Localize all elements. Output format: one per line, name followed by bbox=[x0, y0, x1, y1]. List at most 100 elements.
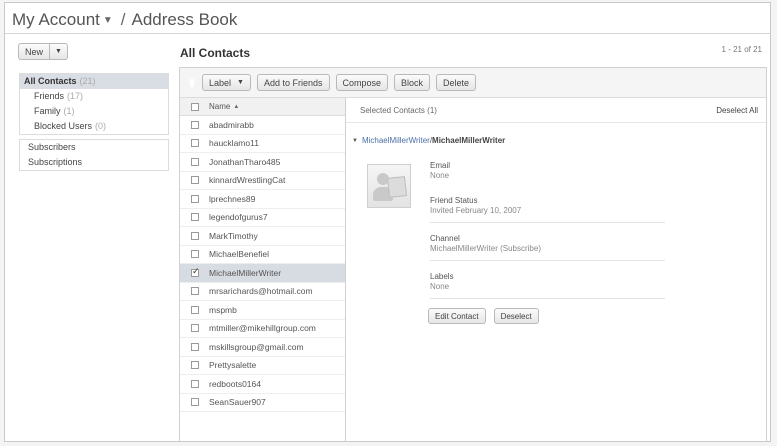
list-item[interactable]: Prettysalette bbox=[180, 357, 345, 375]
friend-status-value: Invited February 10, 2007 bbox=[430, 206, 522, 215]
list-item[interactable]: mspmb bbox=[180, 301, 345, 320]
deselect-all-link[interactable]: Deselect All bbox=[716, 106, 758, 115]
label-dropdown-button[interactable]: Label ▼ bbox=[202, 74, 251, 91]
section-title: All Contacts bbox=[180, 46, 251, 60]
contact-name[interactable]: SeanSauer907 bbox=[209, 397, 266, 407]
sidebar-item-all-contacts[interactable]: All Contacts (21) bbox=[20, 74, 168, 89]
list-item[interactable]: SeanSauer907 bbox=[180, 394, 345, 412]
header-divider bbox=[5, 33, 770, 34]
friend-status-field: Friend Status Invited February 10, 2007 bbox=[430, 196, 521, 216]
contacts-panel: Label ▼ Add to Friends Compose Block Del… bbox=[179, 67, 767, 441]
row-checkbox[interactable] bbox=[191, 305, 199, 314]
select-all-checkbox[interactable] bbox=[190, 78, 194, 87]
contact-name[interactable]: Prettysalette bbox=[209, 360, 256, 370]
name-column-header[interactable]: Name bbox=[209, 102, 230, 111]
sidebar-item-subscribers[interactable]: Subscribers bbox=[20, 140, 168, 155]
sidebar-item-blocked-users[interactable]: Blocked Users (0) bbox=[20, 119, 168, 134]
row-checkbox[interactable] bbox=[191, 139, 199, 148]
app-frame: My Account ▼ / Address Book New ▼ All Co… bbox=[4, 2, 771, 442]
expand-triangle-icon[interactable]: ▼ bbox=[352, 138, 358, 144]
contact-channel-link[interactable]: MichaelMillerWriter bbox=[362, 136, 430, 145]
list-item[interactable]: JonathanTharo485 bbox=[180, 153, 345, 172]
new-menu-button[interactable]: ▼ bbox=[50, 43, 68, 60]
list-item[interactable]: MarkTimothy bbox=[180, 227, 345, 246]
contact-name[interactable]: lprechnes89 bbox=[209, 194, 255, 204]
divider bbox=[430, 222, 665, 223]
row-checkbox[interactable] bbox=[191, 379, 199, 388]
contact-name[interactable]: mrsarichards@hotmail.com bbox=[209, 286, 313, 296]
sidebar: All Contacts (21) Friends (17) Family (1) B… bbox=[19, 73, 169, 171]
chevron-down-icon: ▼ bbox=[55, 48, 62, 55]
avatar-card-shape bbox=[387, 176, 407, 198]
contact-list: Name ▲ abadmirabb haucklamo11 JonathanThar… bbox=[180, 98, 346, 441]
row-checkbox[interactable] bbox=[191, 120, 199, 129]
sidebar-item-count: (1) bbox=[63, 106, 75, 116]
channel-value[interactable]: MichaelMillerWriter (Subscribe) bbox=[430, 244, 541, 254]
block-button[interactable]: Block bbox=[394, 74, 431, 91]
list-item[interactable]: abadmirabb bbox=[180, 116, 345, 135]
list-item[interactable]: redboots0164 bbox=[180, 375, 345, 394]
list-item[interactable]: kinnardWrestlingCat bbox=[180, 172, 345, 190]
row-checkbox[interactable] bbox=[191, 250, 199, 259]
sidebar-item-subscriptions[interactable]: Subscriptions bbox=[20, 155, 168, 170]
sidebar-item-friends[interactable]: Friends (17) bbox=[20, 89, 168, 104]
my-account-menu[interactable]: My Account bbox=[12, 10, 100, 30]
contact-name[interactable]: abadmirabb bbox=[209, 120, 254, 130]
deselect-button[interactable]: Deselect bbox=[493, 308, 539, 324]
selected-contacts-header: Selected Contacts (1) bbox=[346, 98, 766, 123]
list-header[interactable]: Name ▲ bbox=[180, 98, 345, 116]
breadcrumb-separator: / bbox=[120, 10, 126, 29]
email-label: Email bbox=[430, 161, 451, 170]
sidebar-item-count: (21) bbox=[79, 76, 96, 86]
page-title: Address Book bbox=[131, 10, 238, 29]
avatar bbox=[367, 164, 411, 208]
row-checkbox[interactable] bbox=[191, 157, 199, 166]
contact-name[interactable]: mtmiller@mikehillgroup.com bbox=[209, 323, 316, 333]
list-item[interactable]: lprechnes89 bbox=[180, 190, 345, 209]
contact-name[interactable]: MichaelMillerWriter bbox=[209, 268, 281, 278]
labels-value: None bbox=[430, 282, 450, 291]
list-item[interactable]: mrsarichards@hotmail.com bbox=[180, 283, 345, 301]
list-item[interactable]: legendofgurus7 bbox=[180, 209, 345, 227]
sidebar-item-family[interactable]: Family (1) bbox=[20, 104, 168, 119]
contact-name[interactable]: mskillsgroup@gmail.com bbox=[209, 342, 304, 352]
chevron-down-icon[interactable]: ▼ bbox=[103, 15, 113, 26]
edit-contact-button[interactable]: Edit Contact bbox=[428, 308, 486, 324]
row-checkbox[interactable] bbox=[191, 231, 199, 240]
sidebar-item-count: (17) bbox=[67, 91, 84, 101]
select-all-checkbox[interactable] bbox=[191, 102, 199, 111]
list-item[interactable]: MichaelMillerWriter bbox=[180, 264, 345, 283]
contact-name[interactable]: kinnardWrestlingCat bbox=[209, 175, 285, 185]
contact-name[interactable]: MarkTimothy bbox=[209, 231, 258, 241]
row-checkbox[interactable] bbox=[191, 266, 200, 277]
list-item[interactable]: haucklamo11 bbox=[180, 135, 345, 153]
contact-rows: abadmirabb haucklamo11 JonathanTharo485 kin… bbox=[180, 116, 345, 412]
row-checkbox[interactable] bbox=[191, 194, 199, 203]
row-checkbox[interactable] bbox=[191, 287, 199, 296]
sidebar-item-label: All Contacts bbox=[24, 76, 77, 86]
row-checkbox[interactable] bbox=[191, 324, 199, 333]
list-item[interactable]: MichaelBenefiel bbox=[180, 246, 345, 264]
row-checkbox[interactable] bbox=[191, 398, 199, 407]
contact-name[interactable]: MichaelBenefiel bbox=[209, 249, 269, 259]
new-button[interactable]: New bbox=[18, 43, 51, 60]
compose-button[interactable]: Compose bbox=[335, 74, 389, 91]
row-checkbox[interactable] bbox=[191, 361, 199, 370]
email-value: None bbox=[430, 171, 450, 180]
contact-title: ▼ MichaelMillerWriter / MichaelMillerWri… bbox=[352, 136, 505, 145]
contact-actions: Edit Contact Deselect bbox=[428, 308, 539, 324]
row-checkbox[interactable] bbox=[191, 213, 199, 222]
contact-name[interactable]: haucklamo11 bbox=[209, 138, 259, 148]
row-checkbox[interactable] bbox=[191, 342, 199, 351]
delete-button[interactable]: Delete bbox=[436, 74, 477, 91]
contact-name[interactable]: mspmb bbox=[209, 305, 237, 315]
list-item[interactable]: mtmiller@mikehillgroup.com bbox=[180, 320, 345, 338]
contact-name[interactable]: JonathanTharo485 bbox=[209, 157, 280, 167]
row-checkbox[interactable] bbox=[191, 176, 199, 185]
add-to-friends-button[interactable]: Add to Friends bbox=[256, 74, 330, 91]
sidebar-group-contacts: All Contacts (21) Friends (17) Family (1) B… bbox=[19, 73, 169, 135]
contact-name[interactable]: legendofgurus7 bbox=[209, 212, 268, 222]
contact-name[interactable]: redboots0164 bbox=[209, 379, 261, 389]
labels-field: Labels None bbox=[430, 272, 454, 292]
list-item[interactable]: mskillsgroup@gmail.com bbox=[180, 338, 345, 357]
